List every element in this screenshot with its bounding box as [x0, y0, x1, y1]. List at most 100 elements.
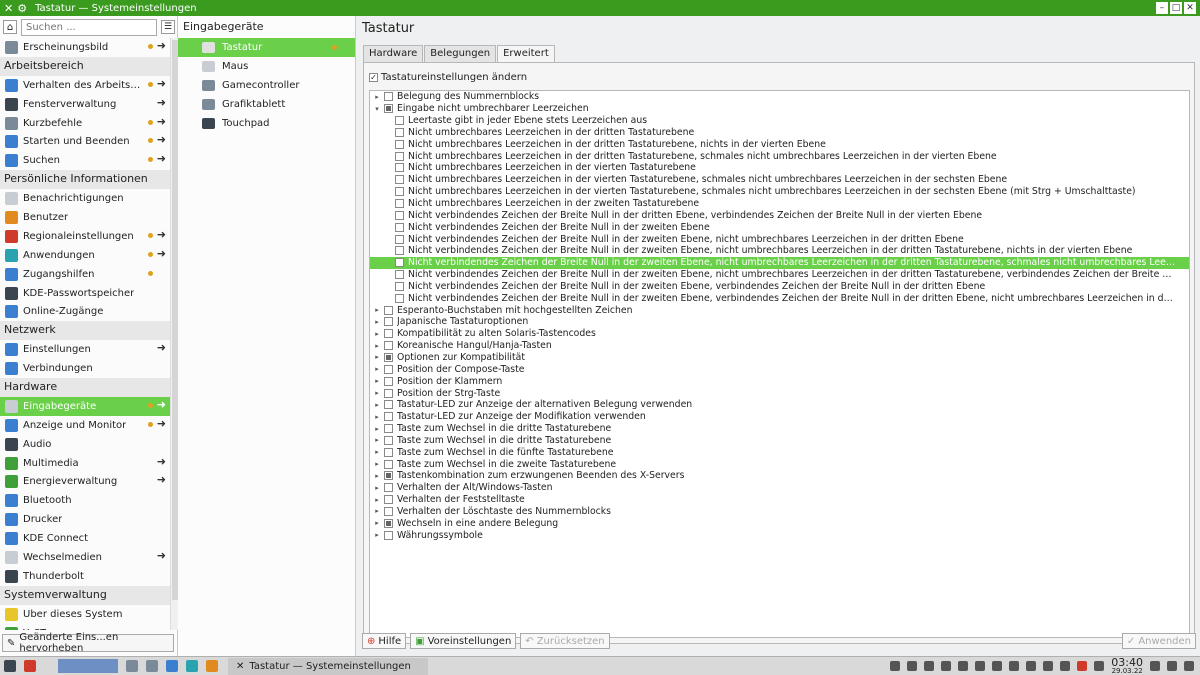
expand-right-icon[interactable]: ▸	[372, 342, 382, 350]
expand-right-icon[interactable]: ▸	[372, 389, 382, 397]
sidebar-item[interactable]: Regionaleinstellungen ➜	[0, 227, 170, 246]
option-checkbox[interactable]	[395, 199, 404, 209]
expand-right-icon[interactable]: ▸	[372, 496, 382, 504]
sidebar-item[interactable]: Kurzbefehle ➜	[0, 114, 170, 133]
tools-icon[interactable]: ✕	[4, 2, 13, 15]
expand-right-icon[interactable]: ▸	[372, 519, 382, 527]
tree-group-row[interactable]: ▸ Koreanische Hangul/Hanja-Tasten	[370, 340, 1189, 352]
battery-tray-icon[interactable]	[992, 661, 1003, 671]
tree-group-row[interactable]: ▸ Wechseln in eine andere Belegung	[370, 517, 1189, 529]
sidebar-item[interactable]: Suchen ➜	[0, 151, 170, 170]
search-input[interactable]	[21, 18, 157, 36]
tree-option-row[interactable]: ✓ Nicht verbindendes Zeichen der Breite N…	[370, 256, 1189, 269]
option-checkbox[interactable]	[395, 163, 404, 173]
option-checkbox[interactable]	[384, 424, 393, 434]
sidebar-item[interactable]: KDE Connect	[0, 529, 170, 548]
tree-option-row[interactable]: Nicht umbrechbares Leerzeichen in der dr…	[370, 127, 1189, 139]
tree-group-row[interactable]: ▸ Taste zum Wechsel in die fünfte Tastatu…	[370, 446, 1189, 458]
tree-group-row[interactable]: ▸ Taste zum Wechsel in die zweite Tastatu…	[370, 458, 1189, 470]
expand-right-icon[interactable]: ▸	[372, 484, 382, 492]
sidebar-item[interactable]: Wechselmedien ➜	[0, 548, 170, 567]
sidebar-item[interactable]: Eingabegeräte ➜	[0, 396, 170, 416]
option-checkbox[interactable]	[395, 210, 404, 220]
tree-group-row[interactable]: ▸ Tastenkombination zum erzwungenen Beend…	[370, 470, 1189, 482]
expand-right-icon[interactable]: ▸	[372, 472, 382, 480]
tree-option-row[interactable]: Nicht umbrechbares Leerzeichen in der dr…	[370, 150, 1189, 162]
expand-right-icon[interactable]: ▸	[372, 436, 382, 444]
option-checkbox[interactable]	[384, 495, 393, 505]
minimize-button[interactable]: –	[1156, 2, 1168, 14]
tree-group-row[interactable]: ▸ Taste zum Wechsel in die dritte Tastatu…	[370, 434, 1189, 446]
reset-button[interactable]: ↶ Zurücksetzen	[520, 633, 610, 649]
tree-option-row[interactable]: Nicht verbindendes Zeichen der Breite Nu…	[370, 269, 1189, 281]
pager-icon[interactable]	[58, 659, 118, 673]
expand-right-icon[interactable]: ▸	[372, 531, 382, 539]
sidebar-item[interactable]: Benachrichtigungen	[0, 189, 170, 208]
tree-group-row[interactable]: ▾ Eingabe nicht umbrechbarer Leerzeichen	[370, 103, 1189, 115]
sidebar-item[interactable]: Energieverwaltung ➜	[0, 472, 170, 491]
bluetooth-tray-icon[interactable]	[1026, 661, 1037, 671]
option-checkbox[interactable]	[395, 139, 404, 149]
option-checkbox[interactable]	[384, 483, 393, 493]
tree-option-row[interactable]: Nicht verbindendes Zeichen der Breite Nu…	[370, 292, 1189, 304]
sidebar-item[interactable]: Starten und Beenden ➜	[0, 132, 170, 151]
option-checkbox[interactable]	[395, 246, 404, 256]
expand-right-icon[interactable]: ▸	[372, 460, 382, 468]
sidebar-item[interactable]: Fensterverwaltung ➜	[0, 95, 170, 114]
cloud-tray-icon[interactable]	[924, 661, 935, 671]
sidebar-item[interactable]: KDE-Passwortspeicher	[0, 284, 170, 303]
expand-right-icon[interactable]: ▸	[372, 93, 382, 101]
help-button[interactable]: ⊕ Hilfe	[362, 633, 407, 649]
tree-group-row[interactable]: ▸ Esperanto-Buchstaben mit hochgestellten…	[370, 304, 1189, 316]
tree-option-row[interactable]: Nicht verbindendes Zeichen der Breite Nu…	[370, 209, 1189, 221]
tree-option-row[interactable]: Nicht umbrechbares Leerzeichen in der zw…	[370, 198, 1189, 210]
expand-right-icon[interactable]: ▸	[372, 353, 382, 361]
option-checkbox[interactable]	[384, 400, 393, 410]
expand-right-icon[interactable]: ▸	[372, 448, 382, 456]
option-checkbox[interactable]	[395, 293, 404, 303]
firefox-icon[interactable]	[206, 660, 218, 672]
display-tray-icon[interactable]	[1009, 661, 1020, 671]
updates-tray-icon[interactable]	[907, 661, 918, 671]
expand-right-icon[interactable]: ▸	[372, 413, 382, 421]
tree-group-row[interactable]: ▸ Währungssymbole	[370, 529, 1189, 541]
option-checkbox[interactable]	[384, 376, 393, 386]
expand-right-icon[interactable]: ▸	[372, 365, 382, 373]
option-checkbox[interactable]	[384, 412, 393, 422]
tree-option-row[interactable]: Nicht verbindendes Zeichen der Breite Nu…	[370, 233, 1189, 245]
sidebar-item[interactable]: Audio	[0, 435, 170, 454]
sidebar-item[interactable]: Bluetooth	[0, 491, 170, 510]
option-checkbox[interactable]	[395, 234, 404, 244]
text-editor-icon[interactable]	[146, 660, 158, 672]
lock-icon[interactable]	[1184, 661, 1194, 671]
subcategory-item[interactable]: Maus	[178, 57, 355, 76]
subcategory-item[interactable]: Grafiktablett	[178, 95, 355, 114]
tree-option-row[interactable]: Nicht umbrechbares Leerzeichen in der vi…	[370, 186, 1189, 198]
expand-right-icon[interactable]: ▸	[372, 401, 382, 409]
tree-group-row[interactable]: ▸ Optionen zur Kompatibilität	[370, 352, 1189, 364]
sidebar-item[interactable]: Einstellungen ➜	[0, 340, 170, 359]
sidebar-item[interactable]: Thunderbolt	[0, 567, 170, 586]
option-checkbox[interactable]	[384, 317, 393, 327]
subcategory-item[interactable]: Touchpad	[178, 114, 355, 133]
tree-group-row[interactable]: ▸ Belegung des Nummernblocks	[370, 91, 1189, 103]
option-checkbox[interactable]	[395, 270, 404, 280]
option-checkbox[interactable]	[395, 175, 404, 185]
tab[interactable]: Erweitert	[497, 45, 555, 63]
subcategory-item[interactable]: Gamecontroller	[178, 76, 355, 95]
volume-tray-icon[interactable]	[1043, 661, 1054, 671]
list-view-icon[interactable]: ☰	[161, 20, 175, 34]
tree-group-row[interactable]: ▸ Tastatur-LED zur Anzeige der alternativ…	[370, 399, 1189, 411]
maximize-button[interactable]: □	[1170, 2, 1182, 14]
expand-right-icon[interactable]: ▸	[372, 318, 382, 326]
sidebar-item[interactable]: Zugangshilfen	[0, 265, 170, 284]
subcategory-item[interactable]: Tastatur	[178, 38, 355, 57]
expand-right-icon[interactable]: ▸	[372, 377, 382, 385]
option-checkbox[interactable]	[384, 305, 393, 315]
tree-group-row[interactable]: ▸ Position der Strg-Taste	[370, 387, 1189, 399]
home-icon[interactable]: ⌂	[3, 20, 17, 34]
tree-option-row[interactable]: Nicht verbindendes Zeichen der Breite Nu…	[370, 221, 1189, 233]
sidebar-item[interactable]: Verhalten des Arbeitsb... ➜	[0, 76, 170, 95]
tree-group-row[interactable]: ▸ Verhalten der Feststelltaste	[370, 494, 1189, 506]
tree-option-row[interactable]: Nicht verbindendes Zeichen der Breite Nu…	[370, 245, 1189, 257]
